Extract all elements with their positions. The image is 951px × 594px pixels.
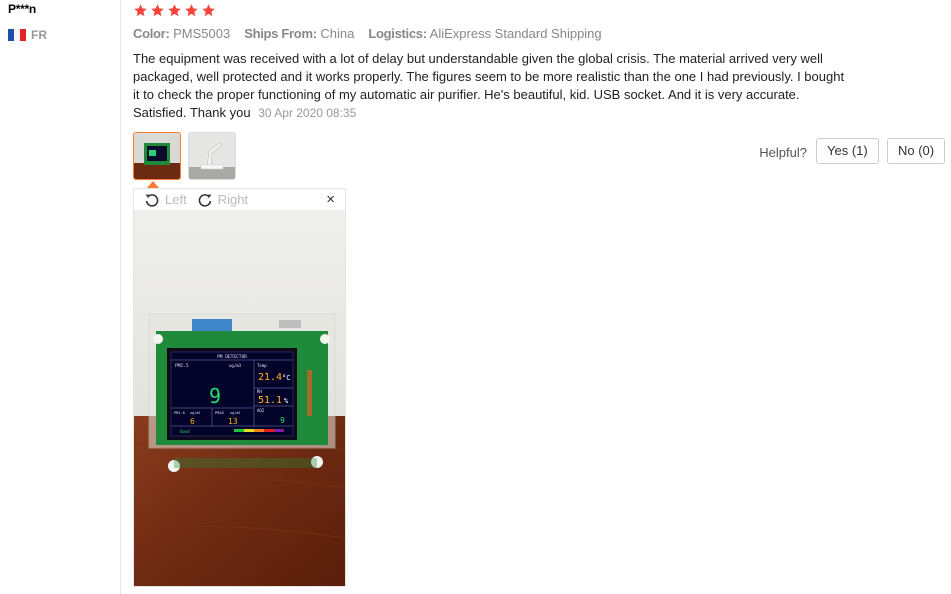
review-photo-thumbnail-1[interactable]: [133, 132, 181, 180]
screen-temp-unit: °C: [282, 374, 290, 382]
helpful-yes-button[interactable]: Yes (1): [816, 138, 879, 164]
review-photo-thumbnail-2[interactable]: [188, 132, 236, 180]
meta-key: Ships From:: [244, 26, 317, 41]
screen-pm100-unit: ug/m3: [230, 411, 240, 415]
star-rating: [133, 3, 216, 18]
meta-key: Logistics:: [368, 26, 427, 41]
star-icon: [185, 4, 198, 17]
screen-pm100-label: PM10: [215, 411, 224, 415]
screen-pm10-value: 6: [190, 417, 195, 426]
star-icon: [202, 4, 215, 17]
rotate-right-icon: [198, 193, 212, 207]
reviewer-country: FR: [8, 28, 47, 42]
review-body: The equipment was received with a lot of…: [133, 50, 853, 122]
photo-viewer: Left Right × PM DETECTOR PM2.5 ug/m3 9 T…: [133, 188, 346, 587]
rotate-left-button[interactable]: Left: [144, 192, 187, 208]
review-photo-large: PM DETECTOR PM2.5 ug/m3 9 Temp 21.4 °C R…: [134, 210, 345, 586]
screen-rh-label: RH: [257, 389, 262, 394]
meta-ships-from: Ships From: China: [244, 26, 354, 41]
screen-pm100-value: 13: [228, 417, 238, 426]
meta-value: AliExpress Standard Shipping: [429, 26, 602, 41]
screen-temp-label: Temp: [257, 363, 267, 368]
close-viewer-button[interactable]: ×: [326, 191, 335, 208]
meta-logistics: Logistics: AliExpress Standard Shipping: [368, 26, 601, 41]
screen-temp-value: 21.4: [258, 372, 282, 383]
meta-value: China: [320, 26, 355, 41]
rotate-right-label: Right: [217, 192, 249, 207]
france-flag-icon: [8, 29, 26, 41]
screen-rh-value: 51.1: [258, 395, 282, 406]
screen-pm10-label: PM1.0: [174, 411, 185, 415]
meta-color: Color: PMS5003: [133, 26, 230, 41]
product-meta: Color: PMS5003 Ships From: China Logisti…: [133, 26, 602, 41]
screen-pm10-unit: ug/m3: [190, 411, 200, 415]
star-icon: [151, 4, 164, 17]
rotate-left-label: Left: [165, 192, 187, 207]
review-text: The equipment was received with a lot of…: [133, 51, 845, 120]
review-date: 30 Apr 2020 08:35: [258, 106, 357, 120]
screen-pm25-label: PM2.5: [175, 363, 189, 369]
screen-pm25-unit: ug/m3: [229, 363, 242, 368]
rotate-right-button[interactable]: Right: [197, 192, 248, 208]
screen-aqi-value: 9: [280, 416, 285, 425]
rotate-left-icon: [145, 193, 159, 207]
helpful-no-button[interactable]: No (0): [887, 138, 946, 164]
screen-aqi-label: AQI: [257, 408, 265, 413]
meta-value: PMS5003: [173, 26, 231, 41]
meta-key: Color:: [133, 26, 170, 41]
screen-pm25-value: 9: [209, 384, 221, 408]
helpful-label: Helpful?: [759, 145, 807, 160]
photo-viewer-toolbar: Left Right ×: [134, 189, 345, 210]
star-icon: [134, 4, 147, 17]
country-code: FR: [31, 28, 47, 42]
star-icon: [168, 4, 181, 17]
screen-status: Good: [180, 429, 190, 434]
selected-thumbnail-caret: [147, 181, 159, 188]
reviewer-column: P***n FR: [0, 0, 121, 594]
reviewer-name: P***n: [8, 2, 36, 16]
screen-title: PM DETECTOR: [217, 354, 247, 360]
